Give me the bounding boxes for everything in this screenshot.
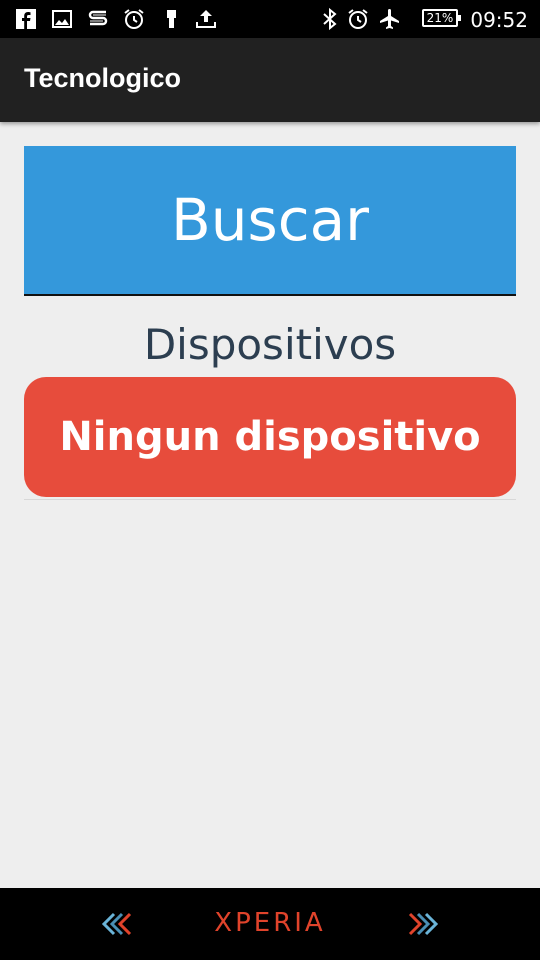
search-button[interactable]: Buscar: [24, 146, 516, 296]
alarm-clock-icon: [124, 9, 144, 29]
list-item[interactable]: Ningun dispositivo: [24, 377, 516, 497]
facebook-icon: [16, 9, 36, 29]
upload-icon: [196, 10, 216, 28]
airplane-mode-icon: [380, 9, 399, 29]
gallery-icon: [52, 10, 72, 28]
navigation-bar: XPERIA: [0, 888, 540, 960]
xperia-logo: XPERIA: [214, 908, 326, 938]
device-list: Ningun dispositivo: [24, 377, 516, 500]
bluetooth-icon: [323, 7, 337, 31]
app-bar: Tecnologico: [0, 38, 540, 122]
forward-icon[interactable]: [404, 910, 440, 938]
battery-indicator: 21%: [422, 9, 461, 27]
clock: 09:52: [470, 8, 528, 32]
sony-s-icon: [88, 10, 108, 26]
usb-icon: [167, 10, 176, 28]
status-bar: 21% 09:52: [0, 0, 540, 38]
alarm-icon: [348, 9, 368, 29]
back-icon[interactable]: [100, 910, 136, 938]
app-title: Tecnologico: [24, 63, 182, 93]
devices-heading: Dispositivos: [143, 320, 397, 369]
